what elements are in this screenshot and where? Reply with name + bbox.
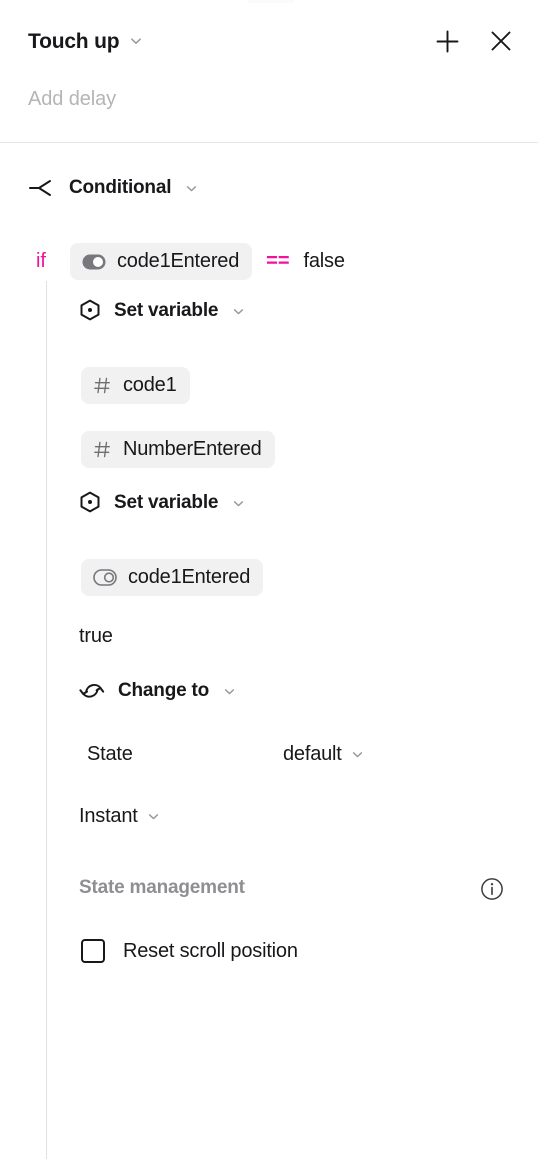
- header-row: Touch up: [28, 22, 516, 60]
- variable-chip-numberentered[interactable]: NumberEntered: [81, 431, 275, 468]
- state-value-label: default: [283, 743, 342, 765]
- timing-value-label: Instant: [79, 805, 138, 827]
- variable-chip-label: NumberEntered: [123, 438, 262, 460]
- variable-chip-code1-wrap: code1: [81, 367, 190, 404]
- state-field-label-wrap: State: [87, 743, 133, 766]
- info-icon: [480, 877, 504, 901]
- chevron-down-icon[interactable]: [222, 684, 237, 699]
- chevron-down-icon[interactable]: [231, 496, 246, 511]
- action-set-variable-1-header[interactable]: Set variable: [79, 299, 246, 323]
- touch-up-panel: Touch up Add delay Conditional if code1E…: [0, 0, 538, 1164]
- chevron-down-icon[interactable]: [231, 304, 246, 319]
- action-title: Set variable: [114, 492, 219, 513]
- variable-chip-label: code1Entered: [128, 566, 251, 588]
- condition-operator[interactable]: ==: [266, 250, 289, 273]
- state-management-label: State management: [79, 877, 245, 898]
- reset-scroll-position-label: Reset scroll position: [123, 939, 298, 962]
- state-field-label: State: [87, 743, 133, 765]
- variable-chip-label: code1: [123, 374, 177, 396]
- action-title: Change to: [118, 680, 210, 701]
- if-condition-row: if code1Entered == false: [36, 243, 345, 280]
- state-management-info-button[interactable]: [480, 877, 504, 901]
- variable-value-row: true: [79, 625, 113, 648]
- conditional-block-header[interactable]: Conditional: [28, 177, 199, 199]
- hexagon-dot-icon: [79, 491, 101, 515]
- hexagon-dot-icon: [79, 299, 101, 323]
- add-action-button[interactable]: [432, 26, 462, 56]
- variable-chip-code1entered-wrap: code1Entered: [81, 559, 264, 596]
- variable-chip-code1[interactable]: code1: [81, 367, 190, 404]
- panel-header: Touch up Add delay: [0, 0, 538, 143]
- variable-value-text[interactable]: true: [79, 625, 113, 648]
- panel-body: Conditional if code1Entered == false Set…: [0, 144, 538, 1164]
- if-keyword: if: [36, 250, 46, 272]
- variable-chip-code1entered[interactable]: code1Entered: [81, 559, 264, 596]
- refresh-icon: [79, 679, 105, 703]
- state-management-label-wrap: State management: [79, 877, 245, 899]
- chevron-down-icon[interactable]: [184, 181, 199, 196]
- plus-icon: [434, 28, 461, 55]
- close-button[interactable]: [486, 26, 516, 56]
- add-delay-input[interactable]: Add delay: [28, 88, 116, 111]
- chevron-down-icon: [146, 809, 161, 824]
- chevron-down-icon[interactable]: [128, 33, 144, 49]
- page-title: Touch up: [28, 29, 120, 53]
- toggle-off-icon: [93, 569, 117, 586]
- reset-scroll-position-checkbox[interactable]: [81, 939, 105, 963]
- toggle-on-icon: [82, 254, 106, 270]
- chevron-down-icon: [350, 747, 365, 762]
- reset-scroll-position-row[interactable]: Reset scroll position: [81, 939, 298, 963]
- action-change-to-header[interactable]: Change to: [79, 679, 237, 703]
- action-title: Set variable: [114, 300, 219, 321]
- action-set-variable-2-header[interactable]: Set variable: [79, 491, 246, 515]
- variable-chip-numberentered-wrap: NumberEntered: [81, 431, 275, 468]
- hash-icon: [93, 376, 112, 395]
- branch-icon: [28, 178, 56, 198]
- timing-dropdown[interactable]: Instant: [79, 805, 161, 828]
- condition-variable-chip[interactable]: code1Entered: [70, 243, 253, 280]
- hash-icon: [93, 440, 112, 459]
- if-branch-container: Set variable code1 NumberEntered Set var…: [46, 281, 538, 1159]
- condition-variable-label: code1Entered: [117, 250, 240, 272]
- state-value-dropdown[interactable]: default: [283, 743, 365, 766]
- condition-value[interactable]: false: [304, 250, 345, 273]
- header-actions: [432, 26, 516, 56]
- conditional-title: Conditional: [69, 177, 172, 198]
- close-icon: [488, 28, 514, 54]
- panel-title-group[interactable]: Touch up: [28, 31, 144, 52]
